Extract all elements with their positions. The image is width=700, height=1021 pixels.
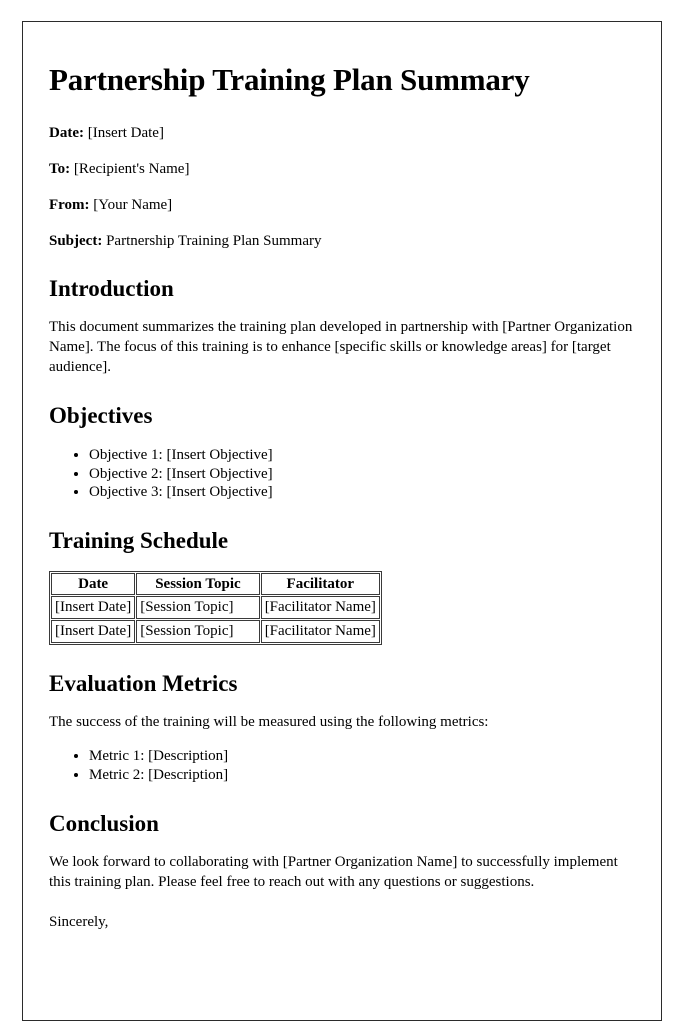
meta-row-to: To: [Recipient's Name] [49, 160, 635, 178]
cell-facilitator: [Facilitator Name] [260, 596, 380, 620]
evaluation-metrics-paragraph: The success of the training will be meas… [49, 714, 489, 731]
heading-objectives: Objectives [49, 403, 153, 429]
cell-session-topic: [Session Topic] [136, 596, 260, 620]
introduction-paragraph: This document summarizes the training pl… [49, 319, 633, 375]
heading-introduction: Introduction [49, 275, 174, 301]
list-item: Objective 3: [Insert Objective] [89, 483, 635, 502]
list-item: Objective 1: [Insert Objective] [89, 446, 635, 465]
table-row: [Insert Date] [Session Topic] [Facilitat… [51, 620, 380, 643]
table-header-row: Date Session Topic Facilitator [51, 572, 380, 596]
heading-evaluation-metrics: Evaluation Metrics [49, 670, 238, 696]
conclusion-paragraph: We look forward to collaborating with [P… [49, 854, 618, 890]
meta-label-date: Date: [49, 124, 84, 141]
cell-date: [Insert Date] [51, 596, 136, 620]
meta-row-from: From: [Your Name] [49, 196, 635, 214]
list-item: Objective 2: [Insert Objective] [89, 465, 635, 484]
meta-label-subject: Subject: [49, 232, 103, 249]
list-item: Metric 1: [Description] [89, 747, 635, 766]
cell-session-topic: [Session Topic] [136, 620, 260, 643]
objectives-list: Objective 1: [Insert Objective] Objectiv… [49, 446, 635, 502]
table-row: [Insert Date] [Session Topic] [Facilitat… [51, 596, 380, 620]
table-body: [Insert Date] [Session Topic] [Facilitat… [51, 596, 380, 643]
list-item: Metric 2: [Description] [89, 766, 635, 785]
signoff-text: Sincerely, [49, 913, 109, 930]
meta-label-to: To: [49, 160, 71, 177]
training-schedule-table: Date Session Topic Facilitator [Insert D… [49, 570, 382, 645]
column-header-session-topic: Session Topic [136, 572, 260, 596]
meta-row-date: Date: [Insert Date] [49, 124, 635, 142]
page-title: Partnership Training Plan Summary [49, 62, 530, 97]
meta-row-subject: Subject: Partnership Training Plan Summa… [49, 232, 635, 250]
evaluation-metrics-list: Metric 1: [Description] Metric 2: [Descr… [49, 747, 635, 785]
meta-label-from: From: [49, 196, 90, 213]
cell-date: [Insert Date] [51, 620, 136, 643]
meta-value-date: [Insert Date] [87, 124, 164, 141]
table-head: Date Session Topic Facilitator [51, 572, 380, 596]
meta-value-from: [Your Name] [93, 196, 173, 213]
meta-value-subject: Partnership Training Plan Summary [106, 232, 322, 249]
heading-training-schedule: Training Schedule [49, 528, 229, 554]
document-page: Partnership Training Plan Summary Date: … [22, 21, 662, 1021]
heading-conclusion: Conclusion [49, 810, 159, 836]
cell-facilitator: [Facilitator Name] [260, 620, 380, 643]
meta-value-to: [Recipient's Name] [73, 160, 190, 177]
column-header-facilitator: Facilitator [260, 572, 380, 596]
column-header-date: Date [51, 572, 136, 596]
